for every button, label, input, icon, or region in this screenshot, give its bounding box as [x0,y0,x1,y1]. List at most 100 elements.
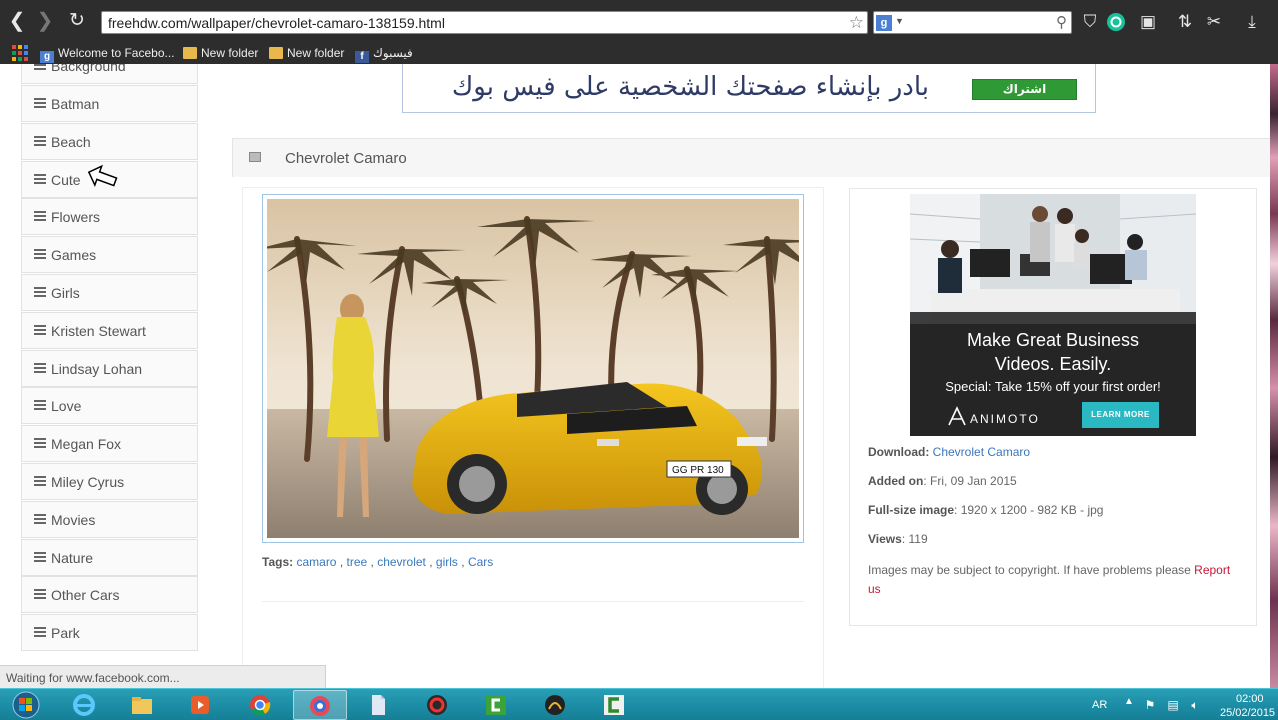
reload-button[interactable]: ↻ [66,10,88,32]
camtasia-icon [604,695,624,715]
taskbar-document[interactable] [352,690,406,720]
tag-separator: , [367,555,378,569]
list-icon [34,589,46,600]
search-box[interactable]: g ▼ ⚲ [873,11,1072,34]
sidebar-item-games[interactable]: Games [21,236,198,274]
bookmark-item[interactable]: f فيسبوك [355,45,413,63]
learn-more-button[interactable]: LEARN MORE [1082,402,1159,428]
grammarly-icon[interactable] [1105,11,1127,33]
bookmarks-bar: g Welcome to Facebo... New folder New fol… [0,42,1278,64]
flag-icon[interactable]: ⚑ [1143,698,1157,712]
sidebar-item-beach[interactable]: Beach [21,122,198,160]
start-button[interactable] [7,691,45,719]
bookmark-star-icon[interactable]: ☆ [849,13,864,33]
sidebar-item-girls[interactable]: Girls [21,274,198,311]
taskbar-camtasia-recorder[interactable] [588,690,642,720]
sidebar-item-label: Love [51,398,82,415]
taskbar-app-red[interactable] [411,690,465,720]
list-icon [34,362,46,374]
full-size-line: Full-size image: 1920 x 1200 - 982 KB - … [868,503,1104,517]
scissors-icon[interactable]: ✂ [1203,11,1225,33]
list-icon [34,513,46,525]
gear-icon [427,695,447,715]
sidebar-item-label: Miley Cyrus [51,474,125,490]
taskbar-browser-active[interactable] [293,690,347,720]
page-title: Chevrolet Camaro [285,150,407,167]
sidebar-item-movies[interactable]: Movies [21,500,198,538]
sidebar-item-other-cars[interactable]: Other Cars [21,576,198,614]
list-icon [34,287,46,298]
tag-link-tree[interactable]: tree [347,555,368,569]
chevron-down-icon[interactable]: ▼ [895,16,904,26]
sidebar-item-miley-cyrus[interactable]: Miley Cyrus [21,463,198,500]
views-line: Views: 119 [868,532,928,546]
taskbar-internet-explorer[interactable] [58,690,112,720]
download-link[interactable]: Chevrolet Camaro [933,445,1030,459]
apps-grid-icon[interactable] [12,45,28,61]
language-indicator[interactable]: AR [1092,699,1107,711]
sidebar-item-love[interactable]: Love [21,387,198,425]
facebook-signup-banner[interactable]: بادر بإنشاء صفحتك الشخصية على فيس بوك اش… [402,64,1096,113]
sidebar-item-label: Girls [51,285,80,301]
google-icon[interactable]: g [876,15,892,31]
internet-explorer-icon [73,694,95,716]
tray-expand-icon[interactable]: ▲ [1124,696,1134,707]
address-bar[interactable]: freehdw.com/wallpaper/chevrolet-camaro-1… [101,11,868,34]
search-icon[interactable]: ⚲ [1056,13,1067,31]
tag-link-cars[interactable]: Cars [468,555,493,569]
list-icon [34,476,46,487]
back-button[interactable]: ❮ [6,10,28,32]
ad-brand: ANIMOTO [970,412,1040,426]
tag-separator: , [425,555,436,569]
facebook-icon: f [355,51,369,63]
updown-arrows-icon[interactable]: ⇅ [1174,11,1196,33]
network-icon[interactable]: ▤ [1166,698,1180,712]
sidebar-item-park[interactable]: Park [21,614,198,652]
office-photo [910,194,1196,324]
camtasia-icon [486,695,506,715]
taskbar-media-player[interactable] [174,690,228,720]
sidebar-item-lindsay-lohan[interactable]: Lindsay Lohan [21,349,198,387]
tags-line: Tags: camaro , tree , chevrolet , girls … [262,555,493,569]
shield-icon[interactable]: ⛉ [1079,11,1101,33]
list-icon [34,211,46,222]
desktop-edge [1270,64,1278,688]
tag-link-girls[interactable]: girls [436,555,458,569]
bookmark-folder[interactable]: New folder [269,45,344,61]
chrome-icon [250,695,271,716]
sidebar-item-nature[interactable]: Nature [21,538,198,576]
bookmark-folder[interactable]: New folder [183,45,258,61]
sidebar-item-background[interactable]: Background [21,64,198,84]
volume-icon[interactable]: 🔈︎ [1188,698,1202,712]
taskbar-explorer[interactable] [116,690,170,720]
folder-icon [183,47,197,59]
sidebar-item-megan-fox[interactable]: Megan Fox [21,425,198,463]
taskbar-camtasia[interactable] [470,690,524,720]
address-bar-url[interactable]: freehdw.com/wallpaper/chevrolet-camaro-1… [108,15,445,31]
subscribe-button[interactable]: اشتراك [972,79,1077,100]
divider [262,601,804,602]
taskbar-chrome[interactable] [234,690,288,720]
clock-date[interactable]: 25/02/2015 [1220,707,1275,719]
animoto-ad[interactable]: Make Great Business Videos. Easily. Spec… [910,194,1196,436]
list-icon [34,135,46,147]
sidebar-item-kristen-stewart[interactable]: Kristen Stewart [21,311,198,349]
sidebar-item-label: Flowers [51,209,101,226]
download-icon[interactable]: ⤓ [1241,11,1263,33]
wallpaper-image-link[interactable]: GG PR 130 [262,194,804,543]
taskbar-app-dark[interactable] [529,690,583,720]
sidebar-item-batman[interactable]: Batman [21,85,198,122]
tag-separator: , [457,555,468,569]
gift-icon[interactable]: ▣ [1137,11,1159,33]
sidebar-item-flowers[interactable]: Flowers [21,198,198,236]
tag-link-chevrolet[interactable]: chevrolet [377,555,426,569]
tag-link-camaro[interactable]: camaro [296,555,336,569]
bookmark-item[interactable]: g Welcome to Facebo... [40,45,175,63]
clock-time[interactable]: 02:00 [1236,693,1264,705]
forward-button[interactable]: ❯ [34,10,56,32]
windows-taskbar: AR ▲ ⚑ ▤ 🔈︎ 02:00 25/02/2015 [0,688,1278,720]
sidebar-item-label: Movies [51,511,96,528]
tag-separator: , [336,555,347,569]
list-icon [34,627,46,638]
wallpaper-image[interactable]: GG PR 130 [267,199,799,538]
